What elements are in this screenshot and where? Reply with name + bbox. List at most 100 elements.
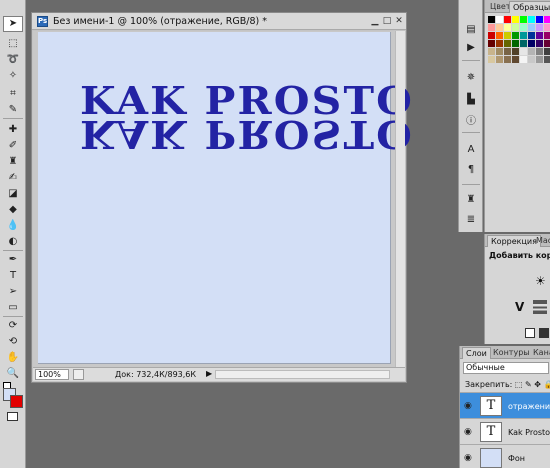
color-swatch[interactable] [504, 32, 511, 39]
color-swatch[interactable] [512, 48, 519, 55]
magic-wand-tool-icon[interactable]: ✧ [3, 68, 23, 84]
path-selection-tool-icon[interactable]: ➢ [3, 284, 23, 300]
actions-panel-icon[interactable]: ▶ [463, 40, 479, 54]
dodge-tool-icon[interactable]: ◐ [3, 234, 23, 250]
hand-tool-icon[interactable]: ✋ [3, 350, 23, 366]
color-swatch[interactable] [504, 40, 511, 47]
tab-paths[interactable]: Контуры [490, 347, 533, 359]
color-swatch[interactable] [536, 48, 543, 55]
color-swatch[interactable] [504, 16, 511, 23]
navigator-panel-icon[interactable]: ✵ [463, 70, 479, 84]
color-swatch[interactable] [488, 24, 495, 31]
color-swatch[interactable] [528, 48, 535, 55]
color-swatch[interactable] [504, 24, 511, 31]
color-swatch[interactable] [528, 24, 535, 31]
color-swatch[interactable] [488, 16, 495, 23]
character-panel-icon[interactable]: A [463, 142, 479, 156]
color-swatch[interactable] [504, 48, 511, 55]
status-menu-arrow-icon[interactable]: ▶ [206, 369, 212, 378]
color-swatch[interactable] [544, 48, 550, 55]
document-info[interactable]: Док: 732,4К/893,6К [115, 370, 196, 379]
canvas[interactable]: KAK PROSTO KAK PROSTO [38, 32, 414, 364]
tab-channels[interactable]: Каналы [530, 347, 550, 359]
zoom-options-icon[interactable] [73, 369, 84, 380]
tab-swatches[interactable]: Образцы [509, 1, 550, 13]
eraser-tool-icon[interactable]: ◪ [3, 186, 23, 202]
tab-layers[interactable]: Слои [462, 347, 491, 359]
paragraph-panel-icon[interactable]: ¶ [463, 162, 479, 176]
clone-stamp-tool-icon[interactable]: ♜ [3, 154, 23, 170]
color-swatch[interactable] [528, 16, 535, 23]
move-tool-icon[interactable]: ➤ [3, 16, 23, 32]
eyedropper-tool-icon[interactable]: ✎ [3, 102, 23, 118]
3d-orbit-tool-icon[interactable]: ⟲ [3, 334, 23, 350]
3d-rotate-tool-icon[interactable]: ⟳ [3, 318, 23, 334]
layer-row[interactable]: ◉ Фон [460, 444, 550, 468]
layer-mask-icon[interactable] [525, 328, 535, 338]
minimize-icon[interactable]: ▁ [370, 16, 380, 26]
visibility-eye-icon[interactable]: ◉ [464, 401, 474, 411]
history-panel-icon[interactable]: ▤ [463, 22, 479, 36]
color-swatch[interactable] [504, 56, 511, 63]
color-swatch[interactable] [496, 32, 503, 39]
color-swatch[interactable] [520, 24, 527, 31]
shape-tool-icon[interactable]: ▭ [3, 300, 23, 316]
color-swatch[interactable] [496, 48, 503, 55]
color-swatch[interactable] [536, 16, 543, 23]
color-swatch[interactable] [496, 40, 503, 47]
maximize-icon[interactable]: □ [382, 16, 392, 26]
color-swatch[interactable] [536, 32, 543, 39]
vibrance-icon[interactable]: V [515, 300, 524, 314]
color-swatch[interactable] [512, 40, 519, 47]
adjustment-clip-icon[interactable] [539, 328, 549, 338]
color-swatch[interactable] [520, 48, 527, 55]
lock-icons[interactable]: ⬚ ✎ ✥ 🔒 [515, 380, 550, 389]
color-swatch[interactable] [520, 16, 527, 23]
brightness-contrast-icon[interactable]: ☀ [535, 274, 546, 288]
color-swatch[interactable] [488, 48, 495, 55]
zoom-tool-icon[interactable]: 🔍 [3, 366, 23, 382]
color-swatch[interactable] [520, 56, 527, 63]
color-swatch[interactable] [496, 24, 503, 31]
tab-masks[interactable]: Маски [533, 235, 550, 247]
color-swatch[interactable] [544, 24, 550, 31]
vertical-scrollbar[interactable] [395, 31, 405, 368]
type-tool-icon[interactable]: T [3, 268, 23, 284]
color-swatch[interactable] [544, 56, 550, 63]
close-icon[interactable]: ✕ [394, 16, 404, 26]
color-swatch[interactable] [528, 40, 535, 47]
color-swatch[interactable] [544, 40, 550, 47]
color-swatch[interactable] [544, 16, 550, 23]
visibility-eye-icon[interactable]: ◉ [464, 453, 474, 463]
paint-bucket-tool-icon[interactable]: ◆ [3, 202, 23, 218]
clone-source-panel-icon[interactable]: ♜ [463, 192, 479, 206]
color-swatch[interactable] [488, 40, 495, 47]
color-swatch[interactable] [496, 56, 503, 63]
color-swatch[interactable] [528, 56, 535, 63]
color-swatch[interactable] [536, 56, 543, 63]
info-panel-icon[interactable]: ⓘ [463, 112, 479, 127]
color-swatch[interactable] [520, 40, 527, 47]
document-title-bar[interactable]: Ps Без имени-1 @ 100% (отражение, RGB/8)… [32, 13, 406, 30]
blur-tool-icon[interactable]: 💧 [3, 218, 23, 234]
layer-row[interactable]: ◉ T Kak Prosto [460, 418, 550, 444]
quick-mask-icon[interactable] [7, 412, 18, 421]
horizontal-scrollbar[interactable] [215, 370, 390, 379]
brushes-panel-icon[interactable]: ≣ [463, 212, 479, 226]
color-swatch[interactable] [536, 24, 543, 31]
brush-tool-icon[interactable]: ✐ [3, 138, 23, 154]
color-swatch[interactable] [528, 32, 535, 39]
crop-tool-icon[interactable]: ⌗ [3, 86, 23, 102]
color-swatch[interactable] [488, 32, 495, 39]
histogram-panel-icon[interactable]: ▙ [463, 92, 479, 106]
layer-row[interactable]: ◉ T отражение [460, 392, 550, 418]
hue-saturation-icon[interactable] [533, 300, 547, 314]
marquee-tool-icon[interactable]: ⬚ [3, 36, 23, 52]
color-swatch[interactable] [512, 16, 519, 23]
history-brush-tool-icon[interactable]: ✍ [3, 170, 23, 186]
background-color-swatch[interactable] [10, 395, 23, 408]
lasso-tool-icon[interactable]: ➰ [3, 52, 23, 68]
pen-tool-icon[interactable]: ✒ [3, 252, 23, 268]
color-swatch[interactable] [536, 40, 543, 47]
color-swatch[interactable] [488, 56, 495, 63]
